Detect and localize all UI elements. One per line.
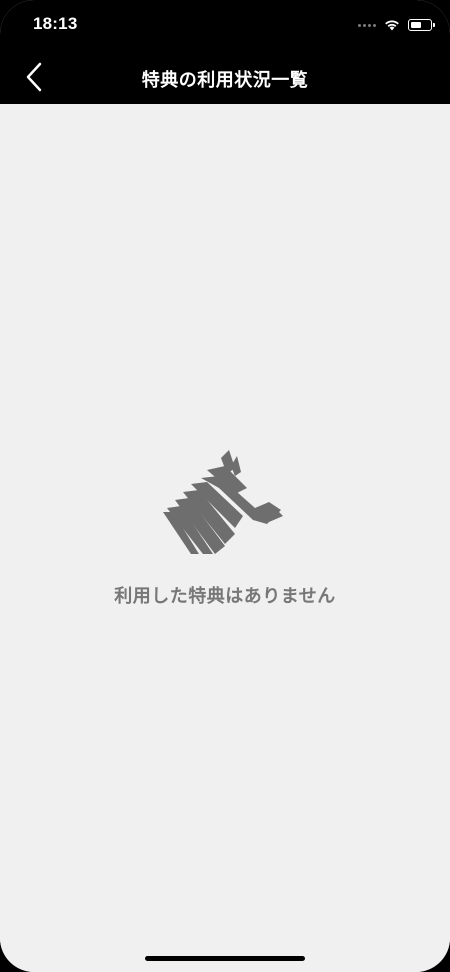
wifi-icon — [385, 20, 399, 31]
status-icons — [358, 16, 435, 34]
status-time: 18:13 — [33, 14, 78, 33]
app-screen: 18:13 特典の利用状況一覧 利用した特典はありません — [0, 0, 450, 972]
empty-state-message: 利用した特典はありません — [114, 586, 336, 607]
signal-dots-icon — [358, 23, 376, 27]
home-indicator[interactable] — [145, 956, 305, 961]
zebra-logo-icon — [163, 450, 283, 554]
battery-icon — [408, 19, 435, 31]
page-title: 特典の利用状況一覧 — [141, 70, 309, 91]
content-area: 利用した特典はありません — [0, 104, 450, 972]
navigation-bar: 特典の利用状況一覧 — [0, 50, 450, 104]
status-bar: 18:13 — [0, 0, 450, 50]
